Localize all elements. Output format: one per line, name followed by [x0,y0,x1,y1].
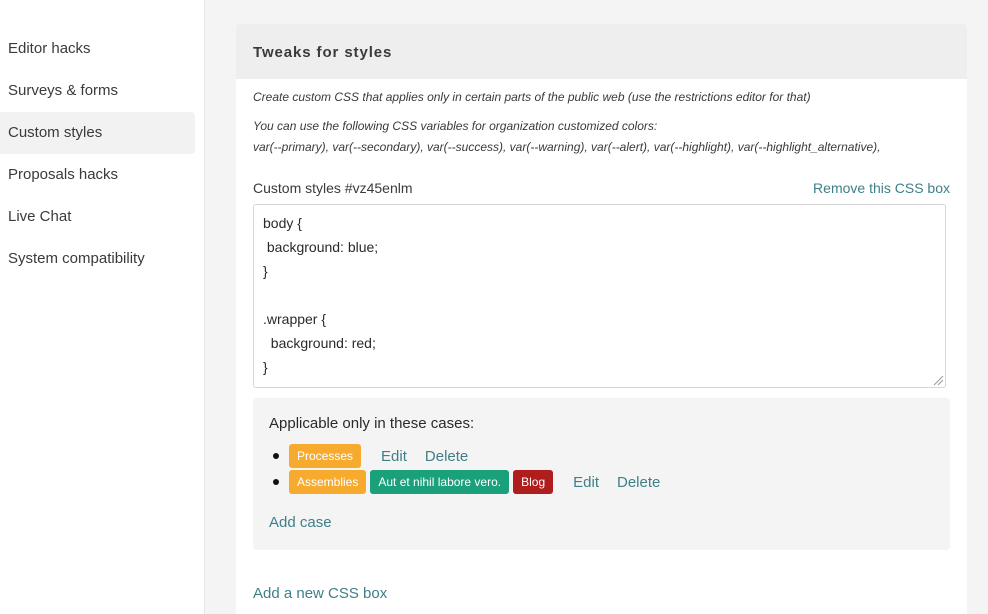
bullet-icon [273,479,279,485]
add-case-link[interactable]: Add case [269,514,332,531]
edit-case-link[interactable]: Edit [381,448,407,465]
restrictions-panel: Applicable only in these cases: Processe… [253,398,950,550]
code-line: } [263,359,268,375]
remove-css-box-link[interactable]: Remove this CSS box [813,180,950,196]
tweaks-card: Tweaks for styles Create custom CSS that… [236,24,967,614]
restrictions-title: Applicable only in these cases: [269,415,475,432]
css-code-textarea[interactable]: body { background: blue; } .wrapper { ba… [253,204,946,388]
resize-handle-icon[interactable] [932,374,944,386]
delete-case-link[interactable]: Delete [425,448,468,465]
css-box-label: Custom styles #vz45enlm [253,180,413,196]
tag-blog: Blog [513,470,554,494]
card-title: Tweaks for styles [236,24,967,79]
variables-list: var(--primary), var(--secondary), var(--… [253,140,881,154]
case-item: Assemblies Aut et nihil labore vero. Blo… [273,470,660,494]
sidebar-item-system-compatibility[interactable]: System compatibility [0,238,195,280]
code-line: .wrapper { [263,311,327,327]
tag-assemblies: Assemblies [289,470,367,494]
code-line: background: red; [263,335,376,351]
add-css-box-link[interactable]: Add a new CSS box [253,585,387,602]
sidebar-item-custom-styles[interactable]: Custom styles [0,112,195,154]
delete-case-link[interactable]: Delete [617,474,660,491]
code-line: } [263,263,268,279]
sidebar-item-surveys-forms[interactable]: Surveys & forms [0,70,195,112]
tag-processes: Processes [289,444,362,468]
code-line: body { [263,215,302,231]
case-item: Processes Edit Delete [273,444,468,468]
sidebar-item-proposals-hacks[interactable]: Proposals hacks [0,154,195,196]
code-line: background: blue; [263,239,379,255]
variables-intro: You can use the following CSS variables … [253,119,658,133]
sidebar-item-editor-hacks[interactable]: Editor hacks [0,28,195,70]
bullet-icon [273,453,279,459]
help-text: Create custom CSS that applies only in c… [253,90,811,104]
sidebar: Editor hacks Surveys & forms Custom styl… [0,0,205,614]
sidebar-item-live-chat[interactable]: Live Chat [0,196,195,238]
tag-assembly-name: Aut et nihil labore vero. [370,470,510,494]
edit-case-link[interactable]: Edit [573,474,599,491]
